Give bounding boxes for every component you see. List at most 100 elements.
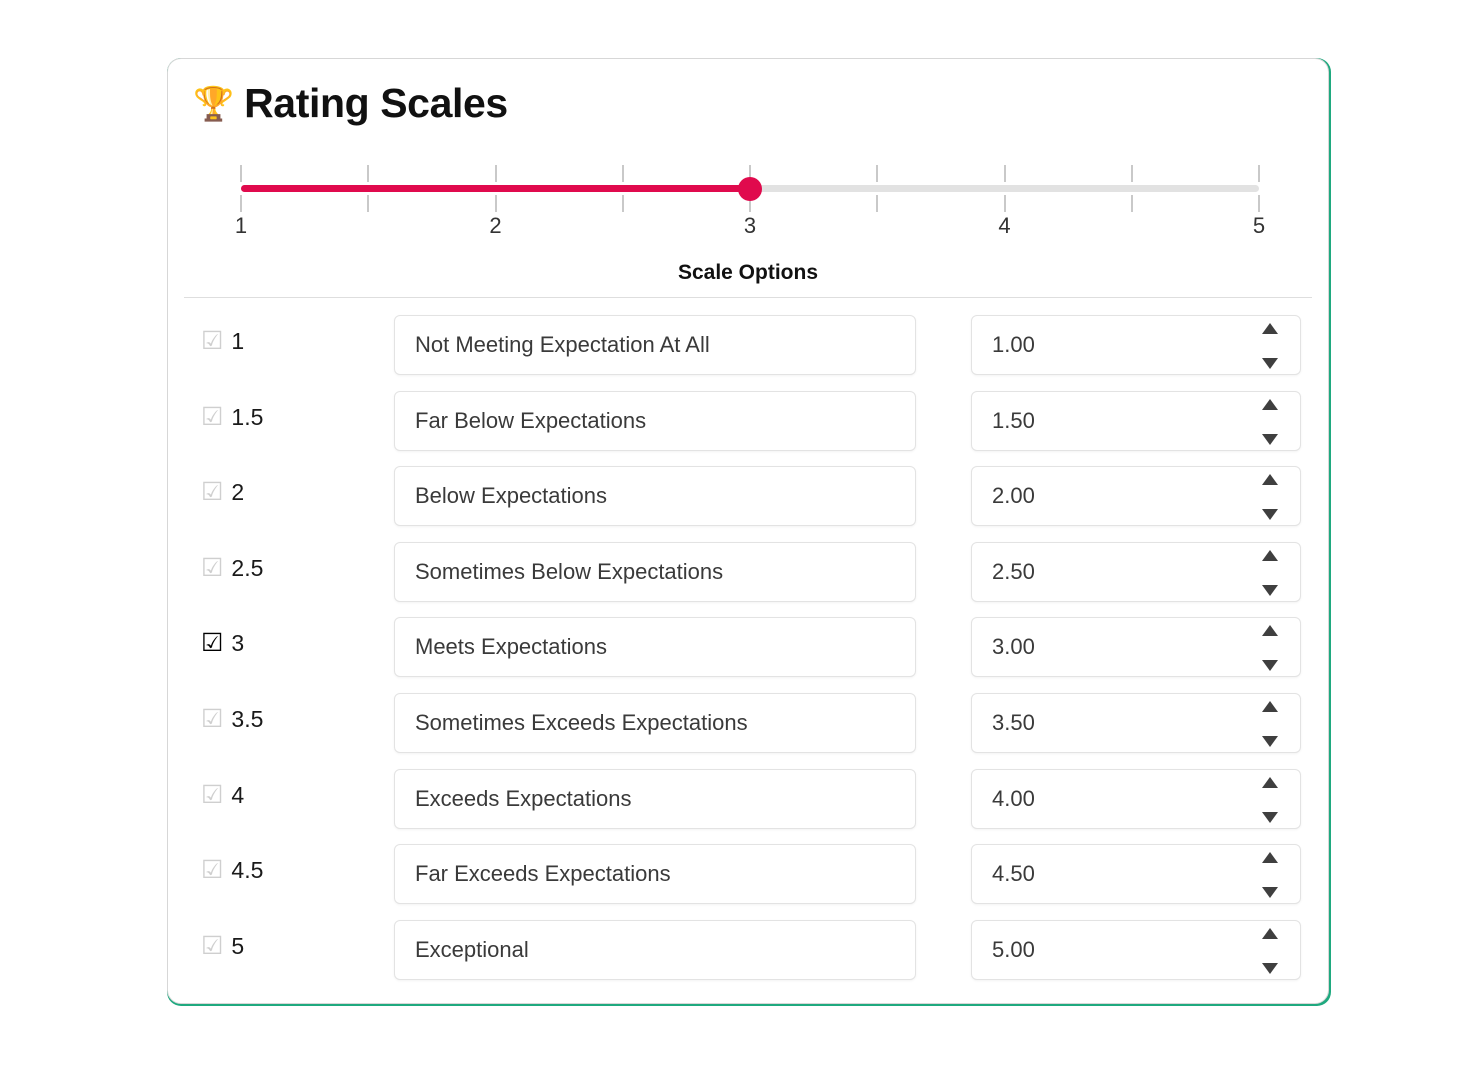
number-stepper[interactable] <box>1262 700 1278 747</box>
scale-option-rating: 2.5 <box>231 554 264 581</box>
trophy-icon: 🏆 <box>193 85 235 122</box>
stepper-down-icon[interactable] <box>1262 811 1278 823</box>
scale-option-value-text: 2.50 <box>992 558 1035 584</box>
scale-option-value-input[interactable]: 3.50 <box>971 692 1301 753</box>
number-stepper[interactable] <box>1262 852 1278 899</box>
slider-tick-label: 3 <box>743 213 757 238</box>
stepper-up-icon[interactable] <box>1262 549 1278 561</box>
section-divider <box>184 297 1312 298</box>
stepper-up-icon[interactable] <box>1262 700 1278 712</box>
scale-option-checkbox[interactable]: ☑ 1.5 <box>201 402 264 431</box>
slider-tick <box>1130 195 1133 212</box>
slider-tick <box>621 165 624 182</box>
scale-option-row: ☑ 4 Exceeds Expectations 4.00 <box>168 768 1328 845</box>
stepper-up-icon[interactable] <box>1262 927 1278 939</box>
scale-option-value-text: 2.00 <box>992 483 1035 509</box>
scale-option-rating: 3 <box>231 630 245 657</box>
scale-option-value-text: 4.00 <box>992 785 1035 811</box>
stepper-up-icon[interactable] <box>1262 852 1278 864</box>
scale-option-row: ☑ 2 Below Expectations 2.00 <box>168 466 1328 542</box>
slider-tick <box>1003 195 1006 212</box>
scale-option-checkbox[interactable]: ☑ 5 <box>201 932 245 959</box>
scale-option-rating: 2 <box>231 479 245 506</box>
scale-option-checkbox[interactable]: ☑ 3.5 <box>201 706 263 732</box>
scale-option-label-input[interactable]: Sometimes Exceeds Expectations <box>394 692 916 753</box>
number-stepper[interactable] <box>1262 474 1278 521</box>
slider-tick <box>494 165 497 182</box>
rating-slider[interactable]: 1 2 3 4 5 <box>235 159 1265 249</box>
scale-options-list: ☑ 1 Not Meeting Expectation At All 1.00 ☑ 1.5… <box>168 315 1328 995</box>
stepper-up-icon[interactable] <box>1262 323 1278 334</box>
scale-option-label-input[interactable]: Exceeds Expectations <box>394 768 916 829</box>
scale-option-label-input[interactable]: Exceptional <box>394 919 916 980</box>
scale-option-row: ☑ 3.5 Sometimes Exceeds Expectations 3.50 <box>168 692 1328 769</box>
scale-option-value-input[interactable]: 3.00 <box>971 617 1301 678</box>
stepper-down-icon[interactable] <box>1262 509 1278 521</box>
scale-option-value-input[interactable]: 1.50 <box>971 390 1301 451</box>
stepper-down-icon[interactable] <box>1262 433 1278 445</box>
scale-option-label-input[interactable]: Far Below Expectations <box>394 390 916 451</box>
slider-fill <box>241 185 750 192</box>
scale-option-value-text: 3.00 <box>992 634 1035 660</box>
scale-option-label-input[interactable]: Meets Expectations <box>394 617 916 678</box>
scale-option-checkbox[interactable]: ☑ 4.5 <box>201 858 263 883</box>
checkbox-unchecked-icon: ☑ <box>201 478 224 507</box>
stepper-down-icon[interactable] <box>1262 887 1278 899</box>
slider-tick <box>1258 195 1260 212</box>
slider-tick <box>876 195 879 212</box>
scale-option-row: ☑ 2.5 Sometimes Below Expectations 2.50 <box>168 541 1328 618</box>
stepper-down-icon[interactable] <box>1262 735 1278 747</box>
number-stepper[interactable] <box>1262 625 1278 672</box>
scale-option-rating: 4 <box>231 781 245 808</box>
scale-options-heading: Scale Options <box>677 261 819 284</box>
scale-option-checkbox[interactable]: ☑ 2.5 <box>201 553 264 582</box>
scale-option-value-input[interactable]: 1.00 <box>971 315 1301 375</box>
number-stepper[interactable] <box>1262 398 1278 445</box>
scale-option-value-input[interactable]: 4.00 <box>971 768 1301 829</box>
stepper-down-icon[interactable] <box>1262 584 1278 596</box>
number-stepper[interactable] <box>1262 323 1278 369</box>
scale-option-value-text: 1.50 <box>992 407 1035 433</box>
slider-thumb[interactable] <box>738 177 762 201</box>
scale-option-checkbox[interactable]: ☑ 2 <box>201 480 244 505</box>
checkbox-unchecked-icon: ☑ <box>201 402 224 431</box>
scale-option-row: ☑ 1 Not Meeting Expectation At All 1.00 <box>168 315 1328 391</box>
number-stepper[interactable] <box>1262 776 1278 823</box>
scale-option-rating: 5 <box>231 932 245 959</box>
stepper-up-icon[interactable] <box>1262 625 1278 637</box>
scale-option-row: ☑ 5 Exceptional 5.00 <box>168 919 1328 996</box>
checkbox-unchecked-icon: ☑ <box>201 780 224 809</box>
scale-option-label-input[interactable]: Below Expectations <box>394 466 916 527</box>
scale-option-checkbox[interactable]: ☑ 3 <box>201 631 244 656</box>
scale-option-label-input[interactable]: Sometimes Below Expectations <box>394 541 916 602</box>
scale-option-label-input[interactable]: Far Exceeds Expectations <box>394 844 916 905</box>
scale-option-value-text: 4.50 <box>992 861 1035 887</box>
scale-option-label-input[interactable]: Not Meeting Expectation At All <box>394 315 916 375</box>
slider-tick <box>1130 165 1133 182</box>
card-header: 🏆 Rating Scales <box>193 83 508 124</box>
slider-tick-label: 4 <box>998 213 1011 238</box>
scale-option-rating: 1.5 <box>231 403 264 430</box>
number-stepper[interactable] <box>1262 927 1278 974</box>
stepper-down-icon[interactable] <box>1262 660 1278 672</box>
slider-tick <box>494 195 497 212</box>
scale-option-value-input[interactable]: 2.50 <box>971 541 1301 602</box>
slider-tick-label: 5 <box>1252 213 1266 238</box>
scale-option-row: ☑ 1.5 Far Below Expectations 1.50 <box>168 390 1328 467</box>
scale-option-value-text: 5.00 <box>992 936 1035 962</box>
stepper-up-icon[interactable] <box>1262 776 1278 788</box>
number-stepper[interactable] <box>1262 549 1278 596</box>
scale-option-checkbox[interactable]: ☑ 4 <box>201 780 245 809</box>
stepper-down-icon[interactable] <box>1262 962 1278 974</box>
scale-option-value-input[interactable]: 2.00 <box>971 466 1301 527</box>
scale-option-checkbox[interactable]: ☑ 1 <box>201 329 244 354</box>
scale-option-value-input[interactable]: 5.00 <box>971 919 1301 980</box>
stepper-up-icon[interactable] <box>1262 474 1278 486</box>
page-title: Rating Scales <box>244 80 508 126</box>
slider-tick <box>1258 165 1260 182</box>
scale-option-value-input[interactable]: 4.50 <box>971 844 1301 905</box>
checkbox-unchecked-icon: ☑ <box>201 553 224 582</box>
stepper-up-icon[interactable] <box>1262 398 1278 410</box>
stepper-down-icon[interactable] <box>1262 358 1278 369</box>
slider-tick-label: 1 <box>234 213 248 238</box>
